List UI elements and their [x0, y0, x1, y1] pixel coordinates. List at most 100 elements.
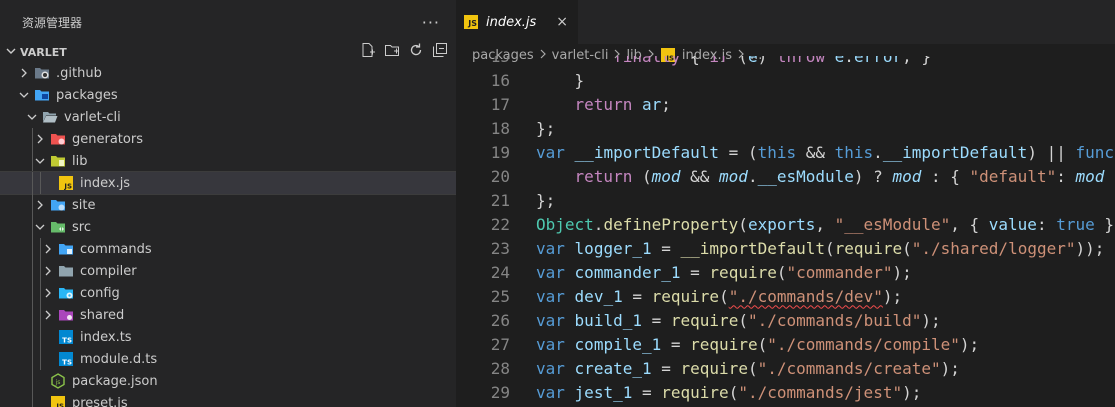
- folder-item[interactable]: commands: [0, 238, 456, 260]
- code-token: };: [536, 190, 556, 210]
- shared-folder-icon: [58, 307, 74, 323]
- code-token: );: [882, 286, 903, 306]
- code-token: (: [747, 358, 758, 378]
- folder-item[interactable]: varlet-cli: [0, 106, 456, 128]
- collapse-all-icon[interactable]: [432, 42, 448, 58]
- code-token: (: [757, 334, 768, 354]
- code-editor[interactable]: 15 finally { if (e) throw e.error; } 16 }…: [456, 56, 1115, 407]
- code-token: "./commands/build": [747, 310, 922, 330]
- code-token: var: [536, 262, 565, 282]
- code-token: });: [1104, 214, 1115, 234]
- code-token: require: [709, 262, 777, 282]
- close-icon[interactable]: ×: [556, 14, 568, 30]
- code-token: mod: [719, 166, 748, 186]
- code-text: var __importDefault = (this && this.__im…: [536, 143, 1115, 162]
- chevron-down-icon[interactable]: [32, 156, 48, 166]
- src-folder-icon: [50, 219, 66, 235]
- svg-text:JS: JS: [55, 403, 64, 407]
- code-token: finally: [613, 56, 681, 66]
- code-token: var: [536, 334, 565, 354]
- folder-item[interactable]: packages: [0, 84, 456, 106]
- line-number: 26: [490, 310, 510, 330]
- folder-item[interactable]: generators: [0, 128, 456, 150]
- file-item[interactable]: JS preset.js: [0, 392, 456, 407]
- indent-guide: [32, 260, 33, 282]
- indent-guide: [32, 172, 33, 194]
- chevron-down-icon[interactable]: [16, 90, 32, 100]
- chevron-right-icon[interactable]: [32, 134, 48, 144]
- code-token: if: [709, 56, 729, 66]
- line-number: 29: [490, 382, 510, 402]
- node-file-icon: js: [50, 373, 66, 389]
- code-token: "./commands/jest": [738, 382, 903, 402]
- code-token: };: [536, 118, 556, 138]
- indent-guide: [32, 216, 33, 238]
- indent-guide: [40, 282, 41, 304]
- new-file-icon[interactable]: [360, 42, 376, 58]
- code-token: defineProperty: [603, 214, 739, 234]
- tree-item-label: preset.js: [72, 395, 128, 407]
- line-number: 18: [490, 118, 510, 138]
- code-token: var: [536, 358, 565, 378]
- code-token: require: [651, 286, 720, 306]
- code-token: true: [1056, 214, 1095, 234]
- code-text: var build_1 = require("./commands/build"…: [536, 311, 941, 330]
- tree-item-label: site: [72, 197, 96, 213]
- code-line: 15 finally { if (e) throw e.error; }: [456, 56, 1115, 68]
- svg-text:TS: TS: [62, 337, 72, 345]
- folder-item[interactable]: .github: [0, 62, 456, 84]
- file-item[interactable]: js package.json: [0, 370, 456, 392]
- code-token: (: [738, 310, 748, 330]
- indent-guide: [32, 326, 33, 348]
- chevron-down-icon[interactable]: [32, 222, 48, 232]
- code-line: 18};: [456, 116, 1115, 140]
- folder-open-icon: [42, 109, 58, 125]
- code-line: 16 }: [456, 68, 1115, 92]
- code-token: __importDefault: [574, 142, 720, 162]
- folder-item[interactable]: shared: [0, 304, 456, 326]
- code-token: (: [632, 166, 652, 186]
- chevron-right-icon[interactable]: [40, 310, 56, 320]
- file-item[interactable]: TS index.ts: [0, 326, 456, 348]
- folder-item[interactable]: lib: [0, 150, 456, 172]
- chevron-right-icon[interactable]: [40, 266, 56, 276]
- tab-index-js[interactable]: JS index.js ×: [456, 0, 578, 44]
- js-file-icon: JS: [50, 395, 66, 407]
- new-folder-icon[interactable]: [384, 42, 400, 58]
- code-token: jest_1: [574, 382, 633, 402]
- line-number: 20: [490, 166, 510, 186]
- code-line: 17 return ar;: [456, 92, 1115, 116]
- chevron-down-icon[interactable]: [24, 112, 40, 122]
- more-actions-icon[interactable]: ···: [422, 13, 440, 32]
- code-token: error: [853, 56, 903, 66]
- indent-guide: [40, 348, 41, 370]
- folder-item[interactable]: site: [0, 194, 456, 216]
- folder-item[interactable]: compiler: [0, 260, 456, 282]
- folder-item[interactable]: config: [0, 282, 456, 304]
- file-item[interactable]: TS module.d.ts: [0, 348, 456, 370]
- chevron-right-icon[interactable]: [40, 244, 56, 254]
- file-tree: .github packages varlet-cli generators lib JS…: [0, 62, 456, 407]
- code-token: =: [680, 262, 710, 282]
- chevron-right-icon[interactable]: [16, 68, 32, 78]
- tree-item-label: config: [80, 285, 120, 301]
- file-item[interactable]: JS index.js: [0, 171, 456, 195]
- code-token: ));: [1075, 238, 1105, 258]
- chevron-right-icon[interactable]: [40, 288, 56, 298]
- project-section-header[interactable]: VARLET: [0, 42, 456, 60]
- code-token: (: [825, 238, 835, 258]
- code-token: "./commands/dev": [728, 286, 883, 306]
- code-text: var logger_1 = __importDefault(require("…: [536, 239, 1104, 258]
- code-token: (: [902, 238, 912, 258]
- refresh-icon[interactable]: [408, 42, 424, 58]
- generators-folder-icon: [50, 131, 66, 147]
- indent-guide: [32, 128, 33, 150]
- chevron-right-icon[interactable]: [32, 200, 48, 210]
- folder-item[interactable]: src: [0, 216, 456, 238]
- tree-item-label: src: [72, 219, 91, 235]
- line-number: 23: [490, 238, 510, 258]
- code-line: 29 var jest_1 = require("./commands/jest"…: [456, 380, 1115, 404]
